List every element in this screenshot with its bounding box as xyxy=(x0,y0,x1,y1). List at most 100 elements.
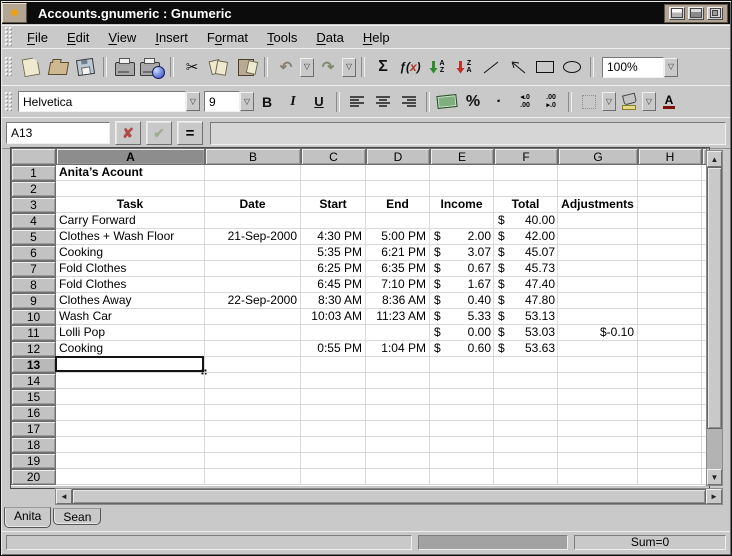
cell-A16[interactable] xyxy=(56,405,205,421)
row-header-5[interactable]: 5 xyxy=(11,229,56,245)
align-left-button[interactable] xyxy=(344,89,370,115)
cell-D19[interactable] xyxy=(366,453,430,469)
cell-E12[interactable]: $0.60 xyxy=(430,341,494,357)
cell-G5[interactable] xyxy=(558,229,638,245)
cell-A4[interactable]: Carry Forward xyxy=(56,213,205,229)
draw-ellipse-button[interactable] xyxy=(559,54,585,80)
cell-G8[interactable] xyxy=(558,277,638,293)
cell-G10[interactable] xyxy=(558,309,638,325)
row-header-20[interactable]: 20 xyxy=(11,469,56,485)
font-color-button[interactable]: A xyxy=(656,89,682,115)
cell-D16[interactable] xyxy=(366,405,430,421)
copy-button[interactable] xyxy=(206,54,232,80)
cell-E17[interactable] xyxy=(430,421,494,437)
fill-color-button[interactable] xyxy=(616,89,642,115)
font-name-select[interactable]: Helvetica xyxy=(18,91,186,112)
row-header-4[interactable]: 4 xyxy=(11,213,56,229)
cell-G9[interactable] xyxy=(558,293,638,309)
cell-H3[interactable] xyxy=(638,197,702,213)
cell-G2[interactable] xyxy=(558,181,638,197)
cell-F3[interactable]: Total xyxy=(494,197,558,213)
draw-rectangle-button[interactable] xyxy=(532,54,558,80)
cell-H5[interactable] xyxy=(638,229,702,245)
cell-C10[interactable]: 10:03 AM xyxy=(301,309,366,325)
print-button[interactable] xyxy=(112,54,138,80)
menu-insert[interactable]: Insert xyxy=(146,28,197,47)
cell-G12[interactable] xyxy=(558,341,638,357)
decrease-precision-button[interactable]: .00▸.0 xyxy=(538,89,564,115)
font-size-dropdown[interactable]: ▽ xyxy=(240,92,254,111)
row-header-19[interactable]: 19 xyxy=(11,453,56,469)
cell-B7[interactable] xyxy=(205,261,301,277)
cell-A6[interactable]: Cooking xyxy=(56,245,205,261)
underline-button[interactable]: U xyxy=(306,89,332,115)
cell-D6[interactable]: 6:21 PM xyxy=(366,245,430,261)
cell-H13[interactable] xyxy=(638,357,702,373)
draw-arrow-button[interactable] xyxy=(505,54,531,80)
cell-E11[interactable]: $0.00 xyxy=(430,325,494,341)
cell-E19[interactable] xyxy=(430,453,494,469)
undo-button[interactable]: ↶ xyxy=(273,54,299,80)
cell-G4[interactable] xyxy=(558,213,638,229)
vertical-scrollbar-thumb[interactable] xyxy=(707,167,722,429)
cell-C16[interactable] xyxy=(301,405,366,421)
cell-D15[interactable] xyxy=(366,389,430,405)
cell-E10[interactable]: $5.33 xyxy=(430,309,494,325)
cell-G16[interactable] xyxy=(558,405,638,421)
cell-C8[interactable]: 6:45 PM xyxy=(301,277,366,293)
cut-button[interactable]: ✂ xyxy=(179,54,205,80)
percent-format-button[interactable]: % xyxy=(460,89,486,115)
redo-button[interactable]: ↷ xyxy=(315,54,341,80)
column-header-F[interactable]: F xyxy=(494,148,558,165)
cell-H20[interactable] xyxy=(638,469,702,485)
cell-A11[interactable]: Lolli Pop xyxy=(56,325,205,341)
cell-C11[interactable] xyxy=(301,325,366,341)
scroll-up-button[interactable]: ▲ xyxy=(707,151,722,167)
cell-F18[interactable] xyxy=(494,437,558,453)
cell-C9[interactable]: 8:30 AM xyxy=(301,293,366,309)
cell-A5[interactable]: Clothes + Wash Floor xyxy=(56,229,205,245)
italic-button[interactable]: I xyxy=(280,89,306,115)
row-header-12[interactable]: 12 xyxy=(11,341,56,357)
cell-E16[interactable] xyxy=(430,405,494,421)
cell-E14[interactable] xyxy=(430,373,494,389)
zoom-dropdown[interactable]: ▽ xyxy=(664,58,678,77)
cell-F10[interactable]: $53.13 xyxy=(494,309,558,325)
cell-H7[interactable] xyxy=(638,261,702,277)
cell-F7[interactable]: $45.73 xyxy=(494,261,558,277)
cell-H9[interactable] xyxy=(638,293,702,309)
new-file-button[interactable] xyxy=(18,54,44,80)
cell-C18[interactable] xyxy=(301,437,366,453)
row-header-15[interactable]: 15 xyxy=(11,389,56,405)
column-header-D[interactable]: D xyxy=(366,148,430,165)
draw-line-button[interactable] xyxy=(478,54,504,80)
menu-edit[interactable]: Edit xyxy=(58,28,98,47)
cell-C19[interactable] xyxy=(301,453,366,469)
cell-E3[interactable]: Income xyxy=(430,197,494,213)
cell-B14[interactable] xyxy=(205,373,301,389)
minimize-button[interactable] xyxy=(669,7,685,20)
cell-D1[interactable] xyxy=(366,165,430,181)
cell-F12[interactable]: $53.63 xyxy=(494,341,558,357)
cell-F14[interactable] xyxy=(494,373,558,389)
row-header-11[interactable]: 11 xyxy=(11,325,56,341)
cell-G3[interactable]: Adjustments xyxy=(558,197,638,213)
cell-D8[interactable]: 7:10 PM xyxy=(366,277,430,293)
cell-D7[interactable]: 6:35 PM xyxy=(366,261,430,277)
column-header-B[interactable]: B xyxy=(205,148,301,165)
row-header-9[interactable]: 9 xyxy=(11,293,56,309)
cell-D10[interactable]: 11:23 AM xyxy=(366,309,430,325)
cell-G11[interactable]: $-0.10 xyxy=(558,325,638,341)
cell-G1[interactable] xyxy=(558,165,638,181)
cancel-edit-button[interactable]: ✘ xyxy=(115,121,141,145)
cell-C12[interactable]: 0:55 PM xyxy=(301,341,366,357)
cell-H8[interactable] xyxy=(638,277,702,293)
cell-D4[interactable] xyxy=(366,213,430,229)
cell-H11[interactable] xyxy=(638,325,702,341)
cell-E9[interactable]: $0.40 xyxy=(430,293,494,309)
vertical-scrollbar-track[interactable] xyxy=(707,429,722,469)
row-header-1[interactable]: 1 xyxy=(11,165,56,181)
cell-B8[interactable] xyxy=(205,277,301,293)
cell-C5[interactable]: 4:30 PM xyxy=(301,229,366,245)
cell-B2[interactable] xyxy=(205,181,301,197)
